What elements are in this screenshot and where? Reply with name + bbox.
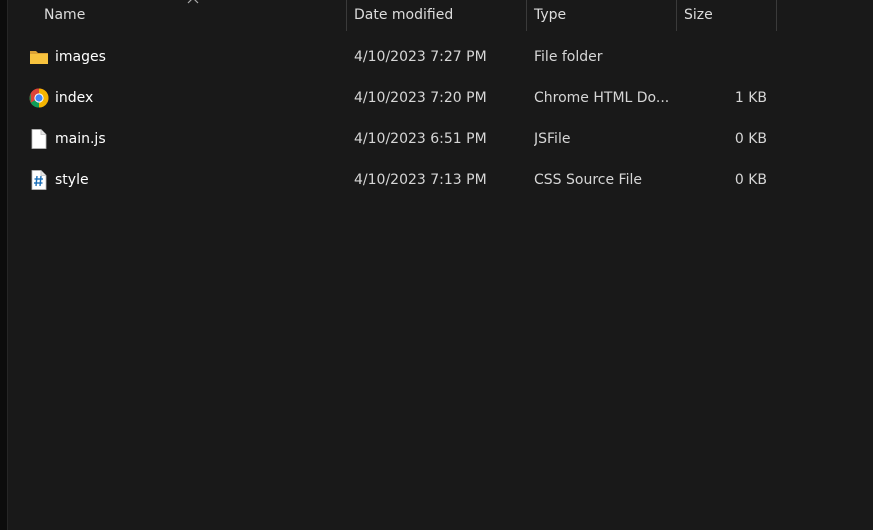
file-size: 0 KB — [734, 131, 767, 147]
column-header-name[interactable]: Name — [44, 0, 344, 31]
column-header-size[interactable]: Size — [684, 0, 774, 31]
chrome-icon — [29, 88, 49, 108]
file-type: File folder — [534, 49, 603, 65]
file-name: index — [55, 90, 94, 106]
file-type: JSFile — [534, 131, 571, 147]
file-date-modified: 4/10/2023 7:13 PM — [354, 172, 487, 188]
navigation-pane-edge — [0, 0, 8, 530]
file-date-modified: 4/10/2023 7:20 PM — [354, 90, 487, 106]
file-name: images — [55, 49, 106, 65]
file-type: CSS Source File — [534, 172, 642, 188]
file-explorer-view: Name Date modified Type Size images 4/10… — [0, 0, 873, 530]
file-row-main-js[interactable]: main.js 4/10/2023 6:51 PM JSFile 0 KB — [8, 119, 873, 160]
column-header-date-label: Date modified — [354, 7, 454, 23]
column-header-size-label: Size — [684, 7, 713, 23]
file-date-modified: 4/10/2023 6:51 PM — [354, 131, 487, 147]
column-header-type-label: Type — [534, 7, 567, 23]
file-size: 1 KB — [734, 90, 767, 106]
column-divider[interactable] — [676, 0, 677, 31]
file-row-index[interactable]: index 4/10/2023 7:20 PM Chrome HTML Do..… — [8, 78, 873, 119]
file-size — [684, 37, 767, 78]
file-row-images[interactable]: images 4/10/2023 7:27 PM File folder — [8, 37, 873, 78]
file-type: Chrome HTML Do... — [534, 90, 670, 106]
file-name: style — [55, 172, 89, 188]
file-size: 0 KB — [734, 172, 767, 188]
file-date-modified: 4/10/2023 7:27 PM — [354, 49, 487, 65]
column-header-name-label: Name — [44, 7, 86, 23]
file-icon — [31, 129, 47, 149]
folder-icon — [30, 51, 48, 64]
column-header-date-modified[interactable]: Date modified — [354, 0, 524, 31]
css-file-icon — [31, 170, 47, 190]
column-header-type[interactable]: Type — [534, 0, 674, 31]
column-divider[interactable] — [346, 0, 347, 31]
file-name: main.js — [55, 131, 106, 147]
column-divider[interactable] — [526, 0, 527, 31]
column-header-bar: Name Date modified Type Size — [8, 0, 873, 31]
file-list: images 4/10/2023 7:27 PM File folder ind… — [8, 37, 873, 201]
file-row-style[interactable]: style 4/10/2023 7:13 PM CSS Source File … — [8, 160, 873, 201]
column-divider[interactable] — [776, 0, 777, 31]
